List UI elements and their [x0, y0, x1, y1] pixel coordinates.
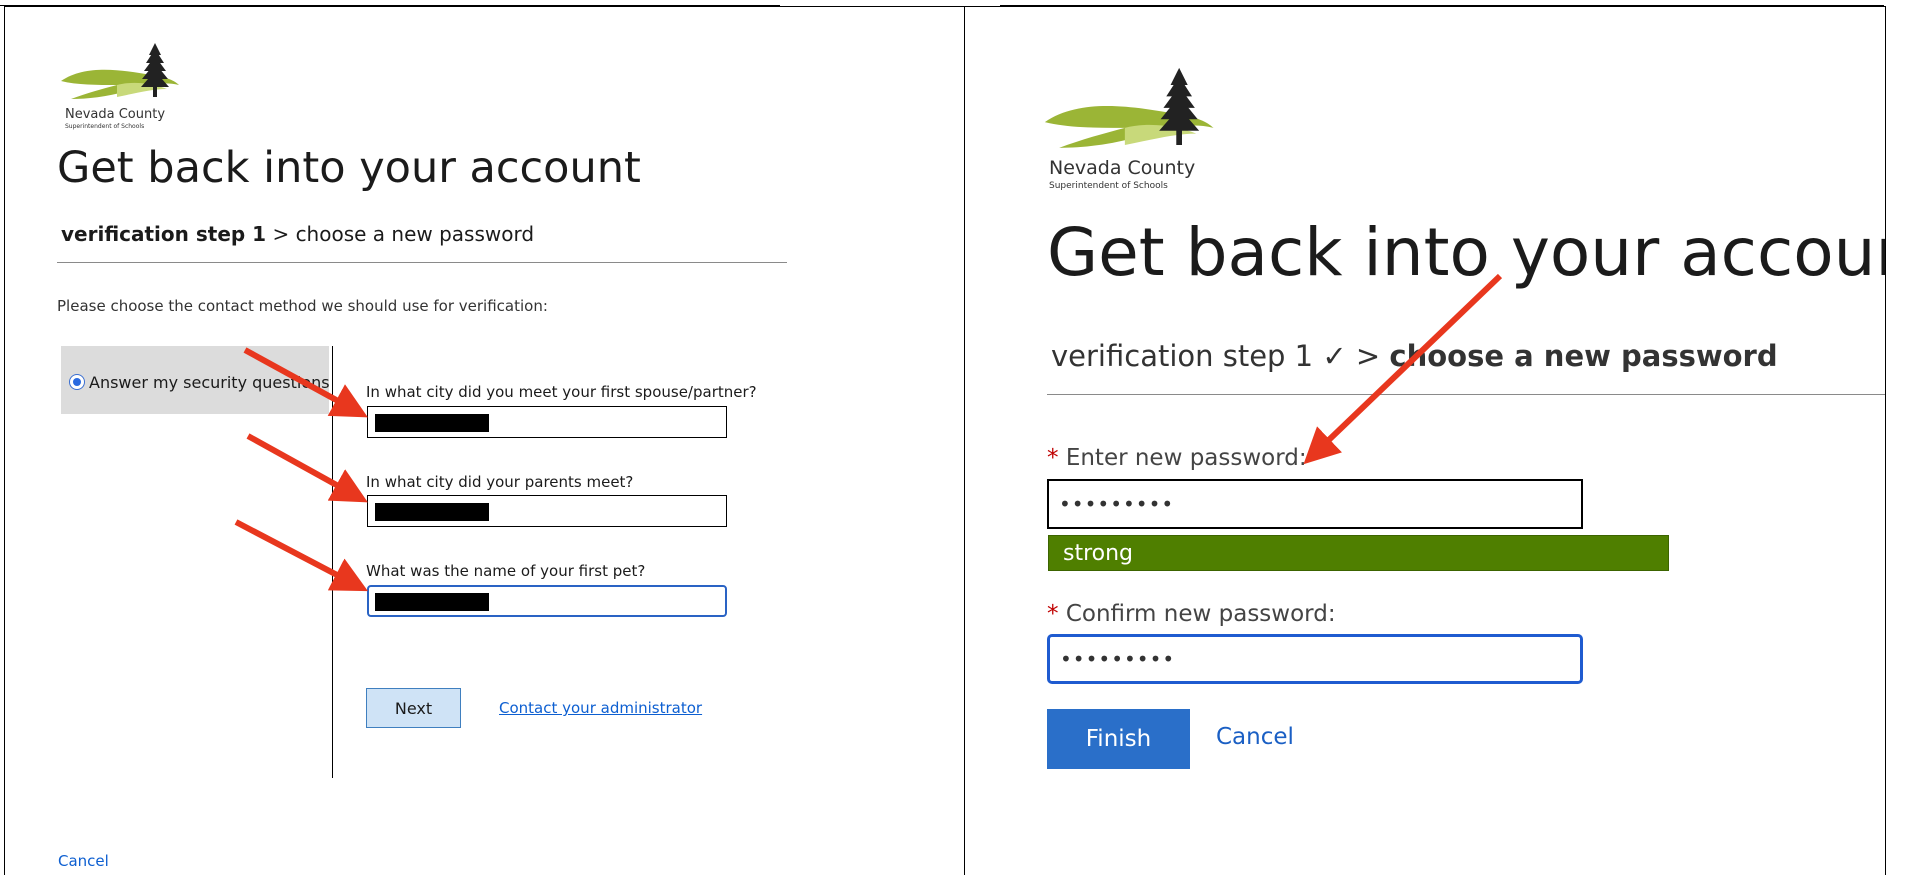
page-title: Get back into your account [57, 143, 641, 193]
question-2-answer-input[interactable] [367, 495, 727, 527]
nevada-county-logo: Nevada County Superintendent of Schools [57, 41, 187, 133]
nevada-county-logo: Nevada County Superintendent of Schools [1037, 65, 1227, 197]
question-3-label: What was the name of your first pet? [366, 562, 646, 580]
question-1-label: In what city did you meet your first spo… [366, 383, 757, 401]
tree-logo-icon [61, 43, 179, 99]
confirm-password-input[interactable]: ••••••••• [1047, 634, 1583, 684]
left-screenshot-panel: Nevada County Superintendent of Schools … [4, 6, 965, 875]
question-3-answer-input[interactable] [367, 585, 727, 617]
logo-org-name: Nevada County [65, 107, 166, 122]
page-title: Get back into your account [1047, 214, 1886, 291]
step-next: choose a new password [295, 222, 535, 246]
redaction-bar [375, 593, 489, 611]
confirm-password-label: * Confirm new password: [1047, 601, 1336, 627]
redaction-bar [375, 503, 489, 521]
confirm-password-label-text: Confirm new password: [1065, 601, 1336, 627]
question-2-label: In what city did your parents meet? [366, 473, 634, 491]
new-password-label-text: Enter new password: [1065, 445, 1307, 471]
step-check-icon: ✓ [1322, 339, 1347, 373]
question-1-answer-input[interactable] [367, 406, 727, 438]
header-divider [1047, 394, 1885, 395]
contact-administrator-link[interactable]: Contact your administrator [499, 699, 702, 717]
required-asterisk: * [1047, 601, 1059, 627]
step-separator: > [1355, 339, 1381, 373]
password-strength-bar: strong [1048, 535, 1669, 571]
next-button[interactable]: Next [366, 688, 461, 728]
cancel-link[interactable]: Cancel [58, 852, 109, 870]
step-separator: > [272, 222, 290, 246]
redaction-bar [375, 414, 489, 432]
new-password-input[interactable]: ••••••••• [1047, 479, 1583, 529]
right-screenshot-panel: Nevada County Superintendent of Schools … [964, 6, 1886, 875]
instruction-text: Please choose the contact method we shou… [57, 297, 548, 315]
tree-logo-icon [1044, 67, 1214, 148]
new-password-label: * Enter new password: [1047, 445, 1307, 471]
step-done: verification step 1 [1051, 339, 1314, 373]
cancel-link[interactable]: Cancel [1216, 724, 1294, 750]
required-asterisk: * [1047, 445, 1059, 471]
method-option-label: Answer my security questions [89, 373, 330, 392]
method-divider [332, 346, 333, 778]
finish-button[interactable]: Finish [1047, 709, 1190, 769]
logo-org-name: Nevada County [1049, 157, 1196, 179]
step-breadcrumb: verification step 1 > choose a new passw… [61, 222, 534, 246]
step-breadcrumb: verification step 1 ✓ > choose a new pas… [1051, 339, 1778, 373]
logo-org-subtitle: Superintendent of Schools [65, 123, 145, 130]
step-current: choose a new password [1389, 339, 1778, 373]
logo-org-subtitle: Superintendent of Schools [1049, 181, 1168, 191]
step-current: verification step 1 [61, 222, 267, 246]
security-questions-radio[interactable] [69, 374, 85, 390]
header-divider [57, 262, 787, 263]
